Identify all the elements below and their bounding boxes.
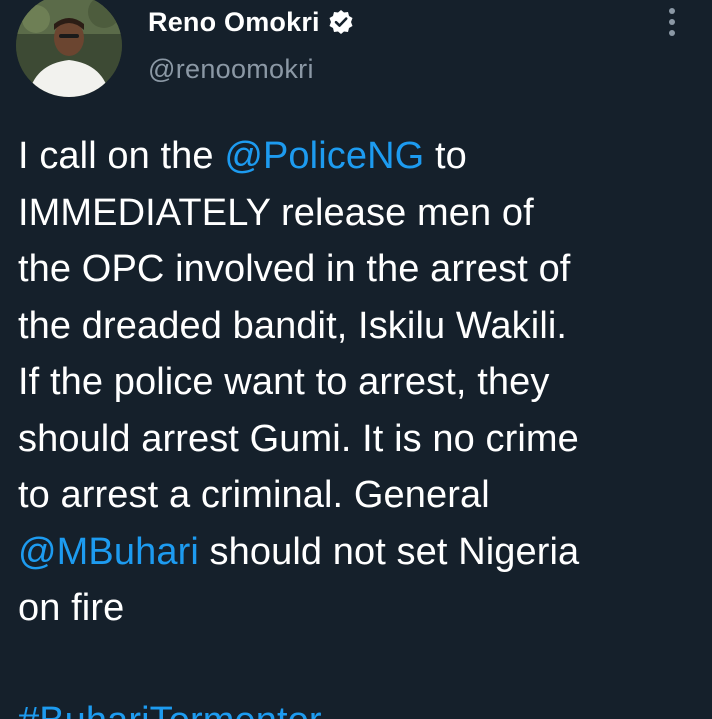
more-options-icon[interactable] (660, 8, 684, 38)
verified-badge-icon (328, 9, 354, 35)
tweet-text-segment: should not set Nigeria (198, 530, 580, 573)
mention-policeng[interactable]: @PoliceNG (224, 135, 424, 177)
tweet-text-segment: to (424, 135, 467, 177)
avatar[interactable] (16, 0, 122, 97)
tweet-text-segment: I call on the (18, 135, 225, 177)
tweet-line: the OPC involved in the arrest of (18, 248, 571, 290)
tweet-line: on fire (18, 587, 125, 629)
tweet: Reno Omokri @renoomokri I call on the @P… (0, 0, 712, 719)
tweet-text: I call on the @PoliceNG to IMMEDIATELY r… (18, 128, 698, 719)
mention-mbuhari[interactable]: @MBuhari (18, 531, 199, 573)
user-handle[interactable]: @renoomokri (148, 54, 354, 85)
tweet-line: to arrest a criminal. General (18, 474, 490, 516)
hashtag-link[interactable]: #BuhariTormentor (18, 693, 698, 719)
profile-photo-icon (16, 0, 122, 97)
tweet-line: the dreaded bandit, Iskilu Wakili. (18, 304, 568, 347)
author-info: Reno Omokri @renoomokri (148, 4, 354, 85)
tweet-line: should arrest Gumi. It is no crime (18, 417, 579, 460)
tweet-line: @MBuhari should not set Nigeria (18, 524, 698, 581)
tweet-line: IMMEDIATELY release men of (18, 191, 534, 234)
tweet-line: If the police want to arrest, they (18, 361, 550, 403)
name-row: Reno Omokri (148, 4, 354, 40)
display-name[interactable]: Reno Omokri (148, 7, 320, 38)
tweet-line: I call on the @PoliceNG to (18, 128, 698, 185)
